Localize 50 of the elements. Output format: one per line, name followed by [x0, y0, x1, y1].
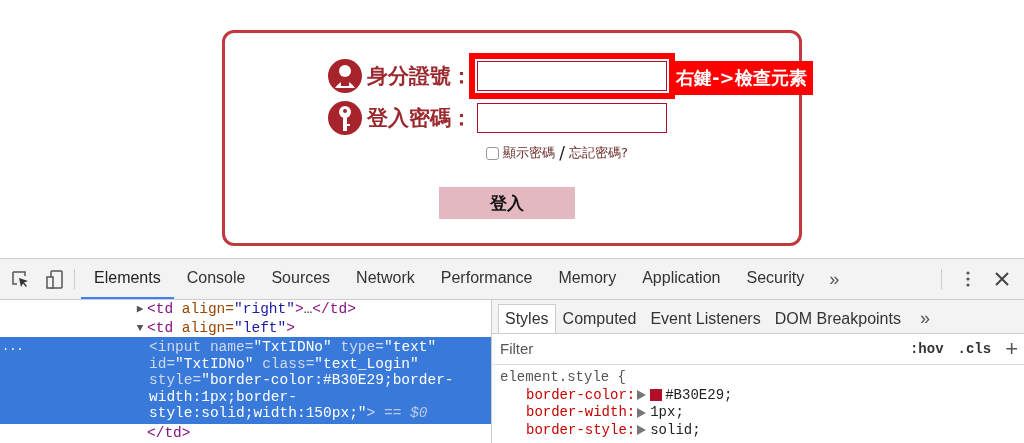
devtools-tab[interactable]: Memory: [545, 259, 630, 299]
hover-state-toggle[interactable]: :hov: [909, 340, 944, 357]
css-selector: element.style {: [500, 369, 628, 387]
sidebar-tab[interactable]: Event Listeners: [643, 304, 768, 333]
devtools-tab[interactable]: Security: [733, 259, 818, 299]
devtools-tab[interactable]: Network: [343, 259, 428, 299]
devtools-tab[interactable]: Performance: [427, 259, 546, 299]
expand-arrow[interactable]: ▶: [133, 300, 147, 319]
ellipsis-marker[interactable]: ...: [2, 339, 24, 356]
checkbox-label: 顯示密碼: [503, 144, 556, 162]
inspect-icon[interactable]: [11, 270, 29, 288]
forgot-password-link[interactable]: 忘記密碼?: [568, 144, 628, 162]
new-rule-button[interactable]: +: [1005, 335, 1018, 362]
css-property: border-color:: [526, 386, 636, 404]
expand-arrow[interactable]: ▼: [133, 318, 147, 337]
dom-node-text: </td>: [147, 423, 191, 442]
person-icon: [327, 58, 363, 94]
expand-triangle-icon[interactable]: [637, 407, 647, 418]
device-toolbar-icon[interactable]: [45, 269, 63, 289]
show-password-checkbox[interactable]: [486, 146, 500, 160]
dom-node-text: <td align="right">…</td>: [147, 300, 356, 319]
more-tabs-button[interactable]: »: [907, 304, 942, 333]
devtools-tab[interactable]: Application: [629, 259, 734, 299]
devtools-tab[interactable]: Console: [173, 259, 259, 299]
dom-node-text: <td align="left">: [147, 318, 295, 337]
css-value: 1px;: [650, 404, 684, 422]
expand-triangle-icon[interactable]: [637, 390, 647, 401]
sidebar-tab[interactable]: DOM Breakpoints: [767, 304, 908, 333]
class-toggle[interactable]: .cls: [957, 340, 992, 357]
devtools-tab[interactable]: Elements: [81, 259, 174, 299]
annotation-label: 右鍵->檢查元素: [670, 61, 813, 95]
sidebar-tab[interactable]: Styles: [498, 304, 556, 333]
css-property: border-style:: [526, 421, 636, 439]
devtools-tab[interactable]: Sources: [258, 259, 344, 299]
color-swatch[interactable]: [650, 389, 663, 402]
css-value: #B30E29;: [665, 386, 733, 404]
more-tabs-button[interactable]: »: [817, 259, 852, 299]
css-value: solid;: [650, 421, 701, 439]
login-button[interactable]: 登入: [439, 187, 575, 219]
field-label: 身分證號：: [367, 63, 473, 90]
field-label: 登入密碼：: [367, 105, 473, 132]
separator-text: /: [559, 143, 565, 163]
expand-triangle-icon[interactable]: [637, 425, 647, 436]
css-property: border-width:: [526, 404, 636, 422]
menu-icon[interactable]: [966, 271, 970, 287]
close-icon[interactable]: [995, 272, 1009, 286]
password-field[interactable]: [477, 103, 667, 133]
selected-dom-node[interactable]: ... <input name="TxtIDNo" type="text" id="TxtIDNo" class="text_Login" style="border-color:#B30E29;border-width:1px;border-style:solid;width:150px;"> == $0: [0, 337, 491, 424]
key-icon: [327, 100, 363, 136]
sidebar-tab[interactable]: Computed: [555, 304, 644, 333]
